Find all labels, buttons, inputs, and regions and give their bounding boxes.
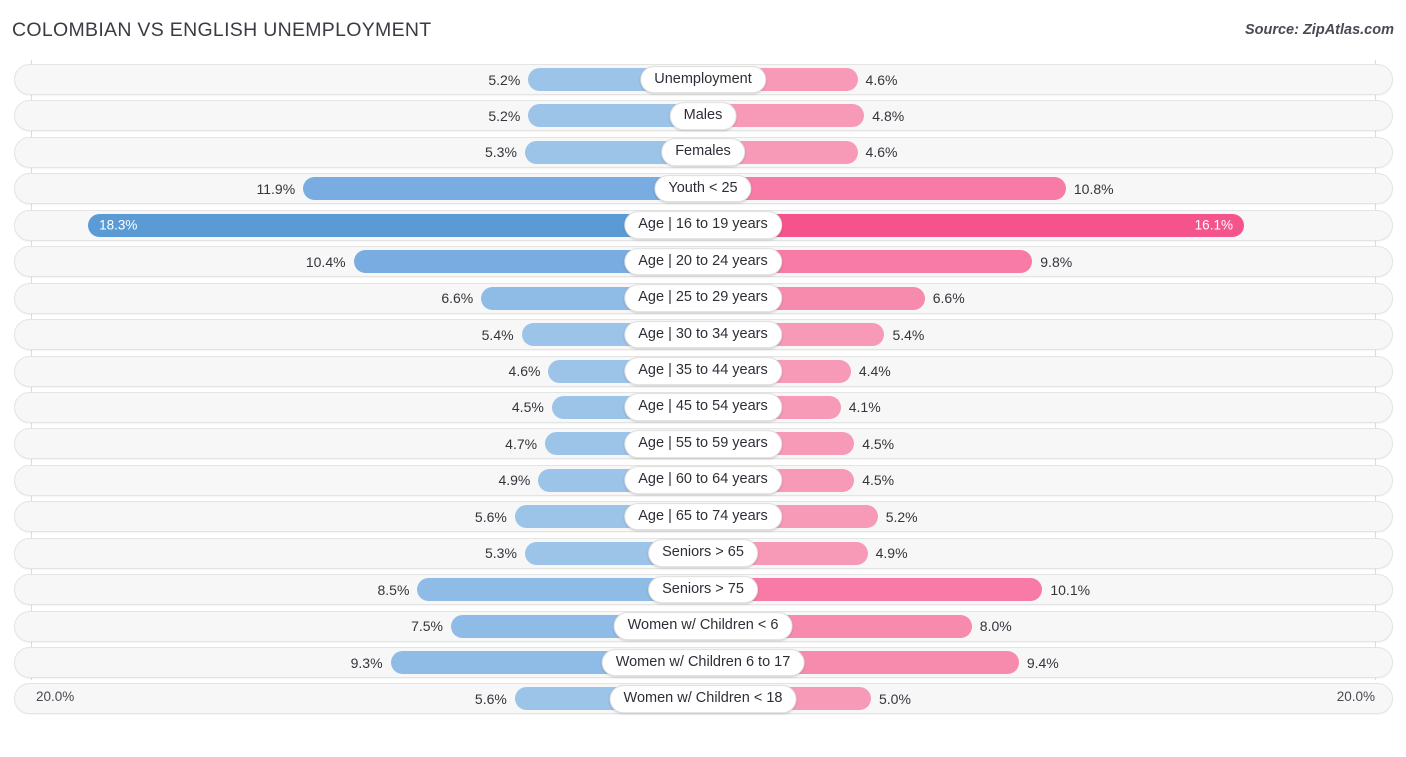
table-row[interactable]: 6.6% 6.6% Age | 25 to 29 years xyxy=(0,282,1406,314)
table-row[interactable]: 11.9% 10.8% Youth < 25 xyxy=(0,173,1406,205)
value-label-english: 4.6% xyxy=(865,71,898,88)
value-label-colombian: 18.3% xyxy=(99,217,138,233)
axis-label-left: 20.0% xyxy=(36,689,75,704)
value-label-english: 4.1% xyxy=(848,399,881,416)
value-label-english: 4.8% xyxy=(872,107,905,124)
value-label-colombian: 5.3% xyxy=(485,144,517,161)
table-row[interactable]: 7.5% 8.0% Women w/ Children < 6 xyxy=(0,610,1406,642)
row-label-pill[interactable]: Women w/ Children < 6 xyxy=(613,612,793,640)
value-label-english: 9.8% xyxy=(1040,253,1073,270)
value-label-colombian: 5.6% xyxy=(474,508,507,525)
row-label-pill[interactable]: Males xyxy=(669,102,737,130)
table-row[interactable]: 4.7% 4.5% Age | 55 to 59 years xyxy=(0,428,1406,460)
bar-rows: 5.2% 4.6% Unemployment 5.2% 4.8% Males 5.3% 4.6… xyxy=(0,64,1406,720)
table-row[interactable]: 9.3% 9.4% Women w/ Children 6 to 17 xyxy=(0,647,1406,678)
value-label-english: 8.0% xyxy=(979,618,1012,635)
row-label-pill[interactable]: Age | 16 to 19 years xyxy=(624,211,782,240)
table-row[interactable]: 18.3% 16.1% Age | 16 to 19 years xyxy=(0,209,1406,241)
value-label-english: 4.4% xyxy=(858,363,891,379)
row-label-pill[interactable]: Seniors > 75 xyxy=(648,575,758,604)
value-label-colombian: 4.5% xyxy=(511,399,544,416)
table-row[interactable]: 5.6% 5.0% Women w/ Children < 18 xyxy=(0,683,1406,715)
row-label-pill[interactable]: Women w/ Children < 18 xyxy=(609,685,797,713)
table-row[interactable]: 5.4% 5.4% Age | 30 to 34 years xyxy=(0,319,1406,351)
chart-root: COLOMBIAN VS ENGLISH UNEMPLOYMENT Source… xyxy=(0,0,1406,757)
bar-english[interactable]: 16.1% xyxy=(703,213,1244,237)
row-label-pill[interactable]: Age | 45 to 54 years xyxy=(624,393,782,422)
value-label-colombian: 6.6% xyxy=(441,290,474,307)
row-label-pill[interactable]: Age | 25 to 29 years xyxy=(624,284,782,312)
table-row[interactable]: 5.6% 5.2% Age | 65 to 74 years xyxy=(0,501,1406,533)
table-row[interactable]: 10.4% 9.8% Age | 20 to 24 years xyxy=(0,246,1406,278)
table-row[interactable]: 4.6% 4.4% Age | 35 to 44 years xyxy=(0,355,1406,387)
axis-label-right: 20.0% xyxy=(1336,689,1375,704)
table-row[interactable]: 5.2% 4.6% Unemployment xyxy=(0,64,1406,95)
value-label-english: 9.4% xyxy=(1026,654,1059,671)
value-label-english: 4.6% xyxy=(865,144,898,161)
value-label-english: 10.8% xyxy=(1073,180,1114,197)
value-label-colombian: 4.6% xyxy=(508,363,541,379)
table-row[interactable]: 8.5% 10.1% Seniors > 75 xyxy=(0,574,1406,606)
value-label-english: 4.5% xyxy=(862,435,895,452)
table-row[interactable]: 4.5% 4.1% Age | 45 to 54 years xyxy=(0,391,1406,423)
value-label-colombian: 9.3% xyxy=(350,654,383,671)
table-row[interactable]: 5.2% 4.8% Males xyxy=(0,100,1406,132)
bar-colombian[interactable] xyxy=(303,177,703,201)
value-label-colombian: 5.2% xyxy=(488,107,521,124)
value-label-colombian: 7.5% xyxy=(411,618,443,635)
table-row[interactable]: 5.3% 4.6% Females xyxy=(0,136,1406,168)
page-title: COLOMBIAN VS ENGLISH UNEMPLOYMENT xyxy=(12,19,432,41)
table-row[interactable]: 4.9% 4.5% Age | 60 to 64 years xyxy=(0,464,1406,496)
bar-colombian[interactable]: 18.3% xyxy=(88,213,703,237)
table-row[interactable]: 5.3% 4.9% Seniors > 65 xyxy=(0,537,1406,569)
value-label-colombian: 11.9% xyxy=(256,180,296,197)
value-label-colombian: 10.4% xyxy=(305,253,346,270)
value-label-english: 5.2% xyxy=(885,508,918,525)
value-label-english: 5.4% xyxy=(892,326,925,343)
value-label-colombian: 5.4% xyxy=(481,326,514,343)
row-label-pill[interactable]: Age | 30 to 34 years xyxy=(624,320,782,349)
row-label-pill[interactable]: Age | 60 to 64 years xyxy=(624,466,782,495)
value-label-colombian: 5.2% xyxy=(488,71,521,88)
value-label-colombian: 5.6% xyxy=(474,690,507,707)
bar-english[interactable] xyxy=(703,177,1066,201)
row-label-pill[interactable]: Women w/ Children 6 to 17 xyxy=(601,648,805,677)
row-label-pill[interactable]: Females xyxy=(661,138,745,167)
row-label-pill[interactable]: Seniors > 65 xyxy=(648,539,758,568)
plot-area: 5.2% 4.6% Unemployment 5.2% 4.8% Males 5.3% 4.6… xyxy=(0,60,1406,717)
value-label-english: 5.0% xyxy=(879,690,911,707)
value-label-english: 4.9% xyxy=(875,545,908,562)
row-label-pill[interactable]: Age | 65 to 74 years xyxy=(624,502,782,531)
value-label-english: 6.6% xyxy=(932,290,965,307)
value-label-colombian: 4.7% xyxy=(505,435,538,452)
source-attribution: Source: ZipAtlas.com xyxy=(1244,22,1394,38)
value-label-english: 16.1% xyxy=(1194,217,1233,233)
row-label-pill[interactable]: Unemployment xyxy=(640,65,766,94)
value-label-colombian: 5.3% xyxy=(485,545,517,562)
value-label-colombian: 8.5% xyxy=(377,581,410,598)
row-label-pill[interactable]: Age | 35 to 44 years xyxy=(624,357,782,385)
row-label-pill[interactable]: Age | 20 to 24 years xyxy=(624,247,782,276)
value-label-english: 4.5% xyxy=(862,472,895,489)
row-label-pill[interactable]: Age | 55 to 59 years xyxy=(624,430,782,458)
row-label-pill[interactable]: Youth < 25 xyxy=(654,174,752,203)
value-label-colombian: 4.9% xyxy=(498,472,531,489)
value-label-english: 10.1% xyxy=(1050,581,1091,598)
